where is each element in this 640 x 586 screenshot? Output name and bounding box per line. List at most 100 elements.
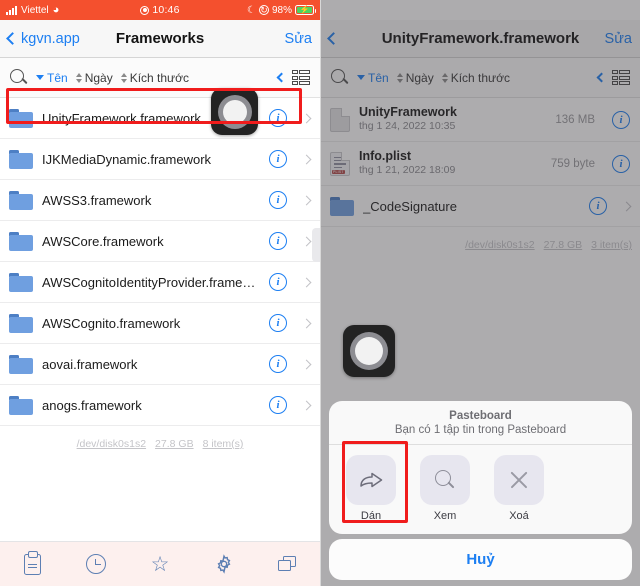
tab-windows[interactable] [273, 550, 303, 578]
sort-arrows-icon [120, 72, 127, 83]
bottom-tab-bar: ☆ [0, 541, 320, 586]
left-nav-bar: kgvn.app Frameworks Sửa [0, 20, 320, 58]
file-name: AWSS3.framework [42, 192, 152, 208]
left-panel: Viettel ◕ 10:46 ☾ ↻ 98% ⚡ kgvn.app Frame… [0, 0, 320, 586]
close-x-icon [494, 455, 544, 505]
sort-arrows-icon [75, 72, 82, 83]
chevron-right-icon [301, 113, 312, 123]
file-name: aovai.framework [42, 356, 138, 372]
chevron-right-icon [301, 277, 312, 287]
chevron-right-icon [301, 359, 312, 369]
status-bar: Viettel ◕ 10:46 ☾ ↻ 98% ⚡ [0, 0, 320, 20]
delete-button-label: Xoá [509, 510, 529, 522]
file-name: anogs.framework [42, 397, 142, 413]
folder-icon [9, 395, 33, 415]
info-button[interactable]: i [269, 396, 287, 414]
paste-button-label: Dán [360, 510, 382, 522]
delete-button[interactable]: Xoá [491, 455, 547, 522]
info-button[interactable]: i [269, 109, 287, 127]
sort-by-name[interactable]: Tên [34, 71, 70, 85]
action-sheet-title: Pasteboard [449, 410, 512, 422]
tab-recents[interactable] [81, 550, 111, 578]
folder-icon [9, 313, 33, 333]
table-row[interactable]: AWSCognito.framework i [0, 303, 320, 344]
assistive-touch-button[interactable] [343, 325, 395, 377]
cancel-button[interactable]: Huỷ [329, 539, 632, 580]
folder-icon [9, 354, 33, 374]
action-sheet-header: Pasteboard Bạn có 1 tập tin trong Pasteb… [329, 401, 632, 445]
clock-label: 10:46 [152, 4, 180, 16]
action-sheet-buttons: Dán Xem Xoá [329, 445, 632, 534]
tab-clipboard[interactable] [17, 550, 47, 578]
chevron-right-icon [301, 195, 312, 205]
view-button[interactable]: Xem [417, 455, 473, 522]
chevron-left-icon [6, 32, 19, 45]
back-button-label: kgvn.app [21, 30, 80, 47]
chevron-right-icon [301, 318, 312, 328]
table-row[interactable]: IJKMediaDynamic.framework i [0, 139, 320, 180]
clipboard-icon [23, 550, 41, 575]
folder-icon [9, 231, 33, 251]
sort-by-name-label: Tên [47, 70, 68, 85]
search-icon [420, 455, 470, 505]
left-sort-bar-right [276, 70, 313, 85]
clock-icon [86, 554, 106, 574]
assistive-touch-button[interactable] [211, 88, 258, 135]
table-row[interactable]: aovai.framework i [0, 344, 320, 385]
chevron-right-icon [301, 236, 312, 246]
right-panel: UnityFramework.framework Sửa Tên Ngày Kí… [320, 0, 640, 586]
gear-icon [214, 554, 234, 574]
table-row[interactable]: UnityFramework.framework i [0, 98, 320, 139]
screenshot-root: Viettel ◕ 10:46 ☾ ↻ 98% ⚡ kgvn.app Frame… [0, 0, 640, 586]
view-button-label: Xem [433, 510, 457, 522]
tab-settings[interactable] [209, 550, 239, 578]
capacity-label: 27.8 GB [155, 438, 194, 450]
chevron-right-icon [301, 400, 312, 410]
caret-down-icon [36, 75, 44, 80]
info-button[interactable]: i [269, 355, 287, 373]
tab-favorites[interactable]: ☆ [145, 550, 175, 578]
pasteboard-action-sheet: Pasteboard Bạn có 1 tập tin trong Pasteb… [329, 401, 632, 534]
table-row[interactable]: AWSCognitoIdentityProvider.framework i [0, 262, 320, 303]
sort-by-size-label: Kích thước [129, 70, 189, 85]
edit-button[interactable]: Sửa [285, 31, 312, 47]
screen-record-icon [140, 5, 150, 15]
edge-drawer-handle[interactable] [312, 228, 320, 262]
table-row[interactable]: anogs.framework i [0, 385, 320, 426]
sort-by-date[interactable]: Ngày [74, 71, 115, 85]
back-button[interactable]: kgvn.app [6, 30, 80, 47]
left-file-list: UnityFramework.framework i IJKMediaDynam… [0, 98, 320, 450]
star-icon: ☆ [150, 552, 170, 576]
windows-icon [278, 556, 298, 572]
folder-icon [9, 108, 33, 128]
status-bar-center: 10:46 [0, 4, 320, 16]
folder-icon [9, 190, 33, 210]
folder-icon [9, 149, 33, 169]
paste-button[interactable]: Dán [343, 455, 399, 522]
folder-icon [9, 272, 33, 292]
info-button[interactable]: i [269, 191, 287, 209]
info-button[interactable]: i [269, 150, 287, 168]
action-sheet-subtitle: Bạn có 1 tập tin trong Pasteboard [394, 424, 567, 436]
file-name: IJKMediaDynamic.framework [42, 151, 212, 167]
file-name: AWSCognito.framework [42, 315, 181, 331]
list-view-icon[interactable] [291, 70, 310, 85]
table-row[interactable]: AWSCore.framework i [0, 221, 320, 262]
chevron-right-icon [301, 154, 312, 164]
device-path: /dev/disk0s1s2 [76, 438, 147, 450]
search-icon[interactable] [8, 67, 30, 89]
left-footer-info: /dev/disk0s1s2 27.8 GB 8 item(s) [0, 426, 320, 450]
info-button[interactable]: i [269, 273, 287, 291]
sort-by-size[interactable]: Kích thước [119, 71, 191, 85]
item-count-label: 8 item(s) [202, 438, 244, 450]
left-sort-bar: Tên Ngày Kích thước [0, 58, 320, 98]
sort-by-date-label: Ngày [84, 70, 113, 85]
paste-arrow-icon [346, 455, 396, 505]
info-button[interactable]: i [269, 232, 287, 250]
table-row[interactable]: AWSS3.framework i [0, 180, 320, 221]
battery-charging-icon: ⚡ [295, 5, 316, 15]
info-button[interactable]: i [269, 314, 287, 332]
file-name: AWSCore.framework [42, 233, 164, 249]
chevron-left-icon[interactable] [276, 72, 286, 83]
file-name: AWSCognitoIdentityProvider.framework [42, 274, 260, 290]
